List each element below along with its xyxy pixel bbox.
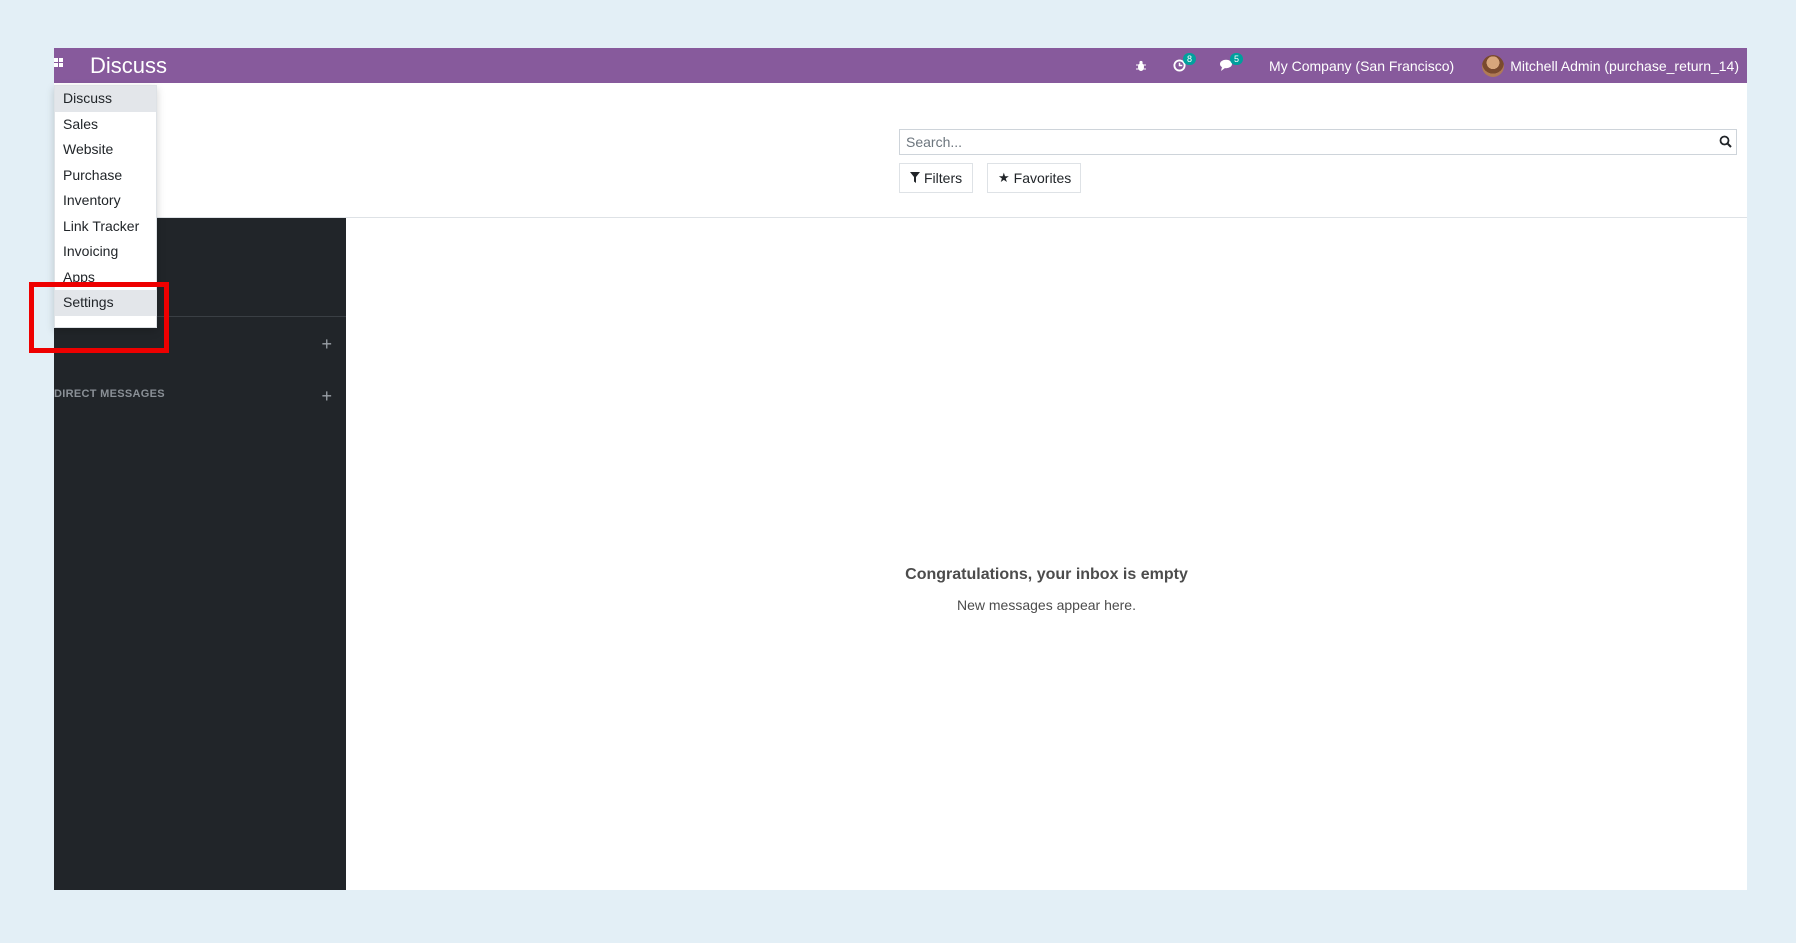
activity-clock-icon[interactable]: 8 xyxy=(1173,53,1197,72)
navbar-right: 8 5 My Company (San Francisco) Mitchell … xyxy=(1109,48,1739,83)
messages-badge: 5 xyxy=(1230,53,1244,65)
settings-highlight-box xyxy=(29,282,169,353)
apps-menu-icon[interactable] xyxy=(54,58,64,72)
search-icon[interactable] xyxy=(1719,135,1732,153)
app-menu-item-link-tracker[interactable]: Link Tracker xyxy=(55,214,156,240)
user-menu[interactable]: Mitchell Admin (purchase_return_14) xyxy=(1510,58,1739,74)
filters-button[interactable]: Filters xyxy=(899,163,973,193)
add-direct-message-plus-icon[interactable]: + xyxy=(321,386,332,407)
star-icon: ★ xyxy=(998,170,1010,185)
filter-icon xyxy=(910,170,920,186)
app-menu-item-inventory[interactable]: Inventory xyxy=(55,188,156,214)
add-channel-plus-icon[interactable]: + xyxy=(321,334,332,355)
activity-badge: 8 xyxy=(1183,53,1197,65)
messages-chat-icon[interactable]: 5 xyxy=(1220,53,1244,72)
empty-inbox-subtitle: New messages appear here. xyxy=(957,597,1136,613)
company-switcher[interactable]: My Company (San Francisco) xyxy=(1269,58,1454,74)
favorites-label: Favorites xyxy=(1013,170,1072,186)
inbox-empty-state: Congratulations, your inbox is empty New… xyxy=(346,218,1747,890)
debug-bug-icon[interactable] xyxy=(1135,60,1147,72)
app-menu-item-purchase[interactable]: Purchase xyxy=(55,163,156,189)
app-menu-item-website[interactable]: Website xyxy=(55,137,156,163)
empty-inbox-title: Congratulations, your inbox is empty xyxy=(905,566,1188,583)
app-menu-item-discuss[interactable]: Discuss xyxy=(55,86,156,112)
filters-label: Filters xyxy=(924,170,963,186)
app-menu-item-sales[interactable]: Sales xyxy=(55,112,156,138)
app-title[interactable]: Discuss xyxy=(90,53,167,79)
direct-messages-header: DIRECT MESSAGES xyxy=(54,388,165,400)
top-navbar: Discuss 8 5 My Company (San Francisco) M… xyxy=(54,48,1747,83)
favorites-button[interactable]: ★ Favorites xyxy=(987,163,1081,193)
user-avatar[interactable] xyxy=(1482,54,1505,77)
app-menu-item-invoicing[interactable]: Invoicing xyxy=(55,239,156,265)
odoo-app: Discuss 8 5 My Company (San Francisco) M… xyxy=(54,48,1747,890)
control-panel: Filters ★ Favorites xyxy=(54,83,1747,218)
search-box xyxy=(899,129,1737,155)
search-input[interactable] xyxy=(900,130,1692,154)
